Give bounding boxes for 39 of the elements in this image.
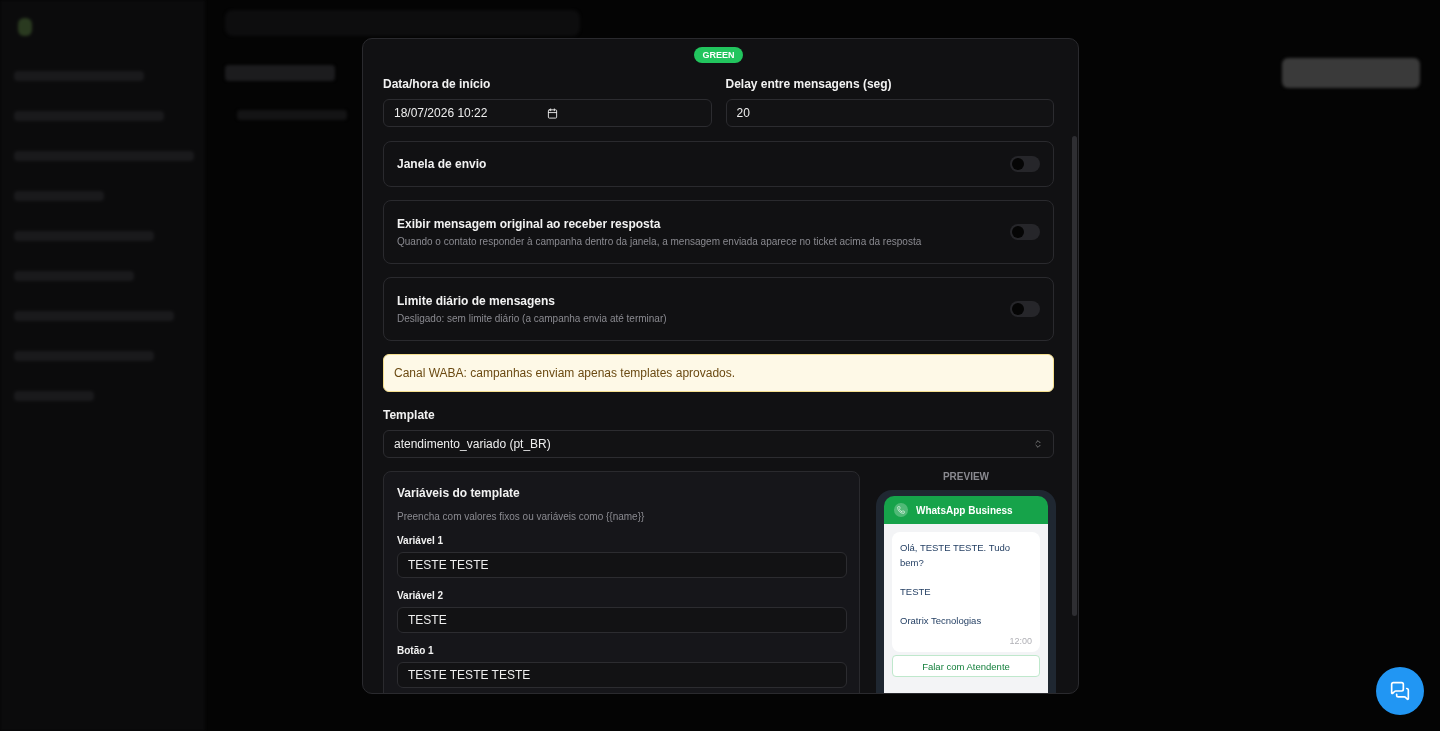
message-text: Olá, TESTE TESTE. Tudo bem? <box>900 541 1011 570</box>
chat-icon <box>1390 681 1410 701</box>
setting-description: Quando o contato responder à campanha dentro da janela, a mensagem enviada aparece no ticket acima da resposta <box>397 236 922 247</box>
setting-description: Desligado: sem limite diário (a campanha envia até terminar) <box>397 313 667 324</box>
setting-title: Exibir mensagem original ao receber resposta <box>397 217 662 231</box>
status-badge: GREEN <box>694 47 743 63</box>
message-text: Oratrix Tecnologias <box>900 614 983 628</box>
scrollbar[interactable] <box>1072 136 1077 616</box>
variable-field[interactable]: TESTE <box>397 607 847 633</box>
variable-field[interactable]: TESTE TESTE TESTE <box>397 662 847 688</box>
setting-title: Janela de envio <box>397 157 487 171</box>
field-label: Variável 1 <box>397 535 445 546</box>
logo-icon <box>18 18 32 36</box>
field-label: Template <box>383 408 436 422</box>
field-label: Botão 1 <box>397 645 435 656</box>
setting-title: Limite diário de mensagens <box>397 294 557 308</box>
variable-field[interactable]: TESTE TESTE <box>397 552 847 578</box>
phone-icon <box>894 503 908 517</box>
delay-field[interactable]: 20 <box>725 99 1054 127</box>
preview-label: PREVIEW <box>942 471 990 482</box>
chat-button[interactable] <box>1376 667 1424 715</box>
toggle-switch[interactable] <box>1010 301 1040 317</box>
card-title: Variáveis do template <box>397 486 521 500</box>
new-campaign-button[interactable] <box>1282 58 1420 88</box>
message-text: TESTE <box>900 585 932 599</box>
toggle-switch[interactable] <box>1010 224 1040 240</box>
notice-banner: Canal WABA: campanhas enviam apenas templates aprovados. <box>383 354 1054 392</box>
chevron-icon <box>1033 439 1043 449</box>
chat-title: WhatsApp Business <box>916 504 1013 516</box>
field-label: Delay entre mensagens (seg) <box>725 77 893 91</box>
field-label: Variável 2 <box>397 590 445 601</box>
toggle-switch[interactable] <box>1010 156 1040 172</box>
card-hint: Preencha com valores fixos ou variáveis como {{name}} <box>397 511 646 522</box>
message-time: 12:00 <box>1009 636 1032 646</box>
template-select[interactable]: atendimento_variado (pt_BR) <box>383 430 1054 458</box>
calendar-icon[interactable] <box>547 107 559 119</box>
quick-reply-button[interactable]: Falar com Atendente <box>892 655 1040 677</box>
field-label: Data/hora de início <box>383 77 492 91</box>
date-time-field[interactable]: 18/07/2026 10:22 <box>383 99 712 127</box>
